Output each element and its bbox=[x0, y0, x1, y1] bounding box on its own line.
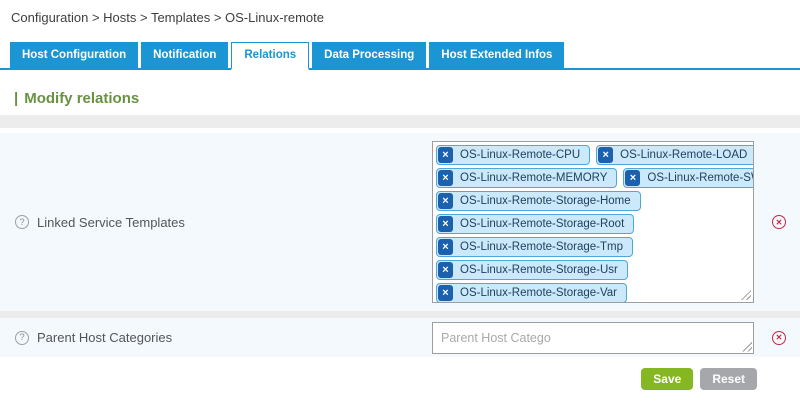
tag-label: OS-Linux-Remote-MEMORY bbox=[460, 172, 607, 184]
tag-label: OS-Linux-Remote-Storage-Var bbox=[460, 287, 617, 299]
parent-host-categories-row: ? Parent Host Categories ✕ bbox=[0, 318, 800, 357]
clear-field-icon[interactable]: ✕ bbox=[772, 331, 786, 345]
linked-service-templates-multiselect[interactable]: × OS-Linux-Remote-CPU × OS-Linux-Remote-… bbox=[432, 141, 754, 303]
tag-label: OS-Linux-Remote-Storage-Usr bbox=[460, 264, 618, 276]
tag-remove-icon[interactable]: × bbox=[438, 170, 453, 186]
tag-remove-icon[interactable]: × bbox=[438, 262, 453, 278]
tag-label: OS-Linux-Remote-SWAP bbox=[647, 172, 754, 184]
tab-data-processing[interactable]: Data Processing bbox=[312, 42, 426, 68]
form-actions: Save Reset bbox=[0, 368, 800, 390]
tag-label: OS-Linux-Remote-Storage-Root bbox=[460, 218, 624, 230]
tab-host-configuration[interactable]: Host Configuration bbox=[10, 42, 138, 68]
reset-button[interactable]: Reset bbox=[700, 368, 757, 390]
tag-row: × OS-Linux-Remote-Storage-Usr bbox=[436, 260, 750, 280]
tag-remove-icon[interactable]: × bbox=[438, 193, 453, 209]
tag: × OS-Linux-Remote-Storage-Var bbox=[436, 283, 627, 303]
tag: × OS-Linux-Remote-Storage-Tmp bbox=[436, 237, 633, 257]
tag-label: OS-Linux-Remote-CPU bbox=[460, 149, 580, 161]
tag-remove-icon[interactable]: × bbox=[598, 147, 613, 163]
linked-service-templates-row: ? Linked Service Templates × OS-Linux-Re… bbox=[0, 133, 800, 311]
tag: × OS-Linux-Remote-CPU bbox=[436, 145, 590, 165]
help-icon[interactable]: ? bbox=[15, 331, 29, 345]
tab-bar: Host Configuration Notification Relation… bbox=[0, 42, 800, 70]
tag-row: × OS-Linux-Remote-MEMORY × OS-Linux-Remo… bbox=[436, 168, 750, 188]
linked-service-templates-label-col: ? Linked Service Templates bbox=[0, 215, 432, 230]
tag: × OS-Linux-Remote-Storage-Root bbox=[436, 214, 634, 234]
tag: × OS-Linux-Remote-LOAD bbox=[596, 145, 754, 165]
tag-row: × OS-Linux-Remote-CPU × OS-Linux-Remote-… bbox=[436, 145, 750, 165]
tab-relations[interactable]: Relations bbox=[231, 42, 309, 70]
tag-remove-icon[interactable]: × bbox=[625, 170, 640, 186]
tag-row: × OS-Linux-Remote-Storage-Home bbox=[436, 191, 750, 211]
tag-remove-icon[interactable]: × bbox=[438, 216, 453, 232]
tag: × OS-Linux-Remote-SWAP bbox=[623, 168, 754, 188]
parent-host-categories-action-col: ✕ bbox=[758, 331, 800, 345]
tag-label: OS-Linux-Remote-Storage-Home bbox=[460, 195, 631, 207]
tag-row: × OS-Linux-Remote-Storage-Tmp bbox=[436, 237, 750, 257]
save-button[interactable]: Save bbox=[641, 368, 693, 390]
toolbar-strip bbox=[0, 115, 800, 128]
parent-host-categories-field-col bbox=[432, 322, 758, 354]
breadcrumb[interactable]: Configuration > Hosts > Templates > OS-L… bbox=[0, 0, 800, 25]
tab-notification[interactable]: Notification bbox=[141, 42, 228, 68]
row-separator bbox=[0, 311, 800, 318]
tag-remove-icon[interactable]: × bbox=[438, 285, 453, 301]
parent-host-categories-label: Parent Host Categories bbox=[37, 330, 172, 345]
tag-row: × OS-Linux-Remote-Storage-Var bbox=[436, 283, 750, 303]
tag: × OS-Linux-Remote-Storage-Usr bbox=[436, 260, 628, 280]
parent-host-categories-label-col: ? Parent Host Categories bbox=[0, 330, 432, 345]
parent-host-categories-input[interactable] bbox=[432, 322, 754, 354]
linked-service-templates-field-col: × OS-Linux-Remote-CPU × OS-Linux-Remote-… bbox=[432, 141, 758, 303]
tag-remove-icon[interactable]: × bbox=[438, 147, 453, 163]
tab-host-extended-infos[interactable]: Host Extended Infos bbox=[429, 42, 564, 68]
tag-label: OS-Linux-Remote-Storage-Tmp bbox=[460, 241, 623, 253]
tag: × OS-Linux-Remote-MEMORY bbox=[436, 168, 617, 188]
linked-service-templates-action-col: ✕ bbox=[758, 215, 800, 229]
tag-label: OS-Linux-Remote-LOAD bbox=[620, 149, 747, 161]
tag: × OS-Linux-Remote-Storage-Home bbox=[436, 191, 641, 211]
heading-bar: | bbox=[14, 90, 18, 107]
tag-remove-icon[interactable]: × bbox=[438, 239, 453, 255]
tag-row: × OS-Linux-Remote-Storage-Root bbox=[436, 214, 750, 234]
page-title: | Modify relations bbox=[14, 90, 800, 107]
heading-text: Modify relations bbox=[24, 90, 139, 107]
clear-field-icon[interactable]: ✕ bbox=[772, 215, 786, 229]
help-icon[interactable]: ? bbox=[15, 215, 29, 229]
linked-service-templates-label: Linked Service Templates bbox=[37, 215, 185, 230]
